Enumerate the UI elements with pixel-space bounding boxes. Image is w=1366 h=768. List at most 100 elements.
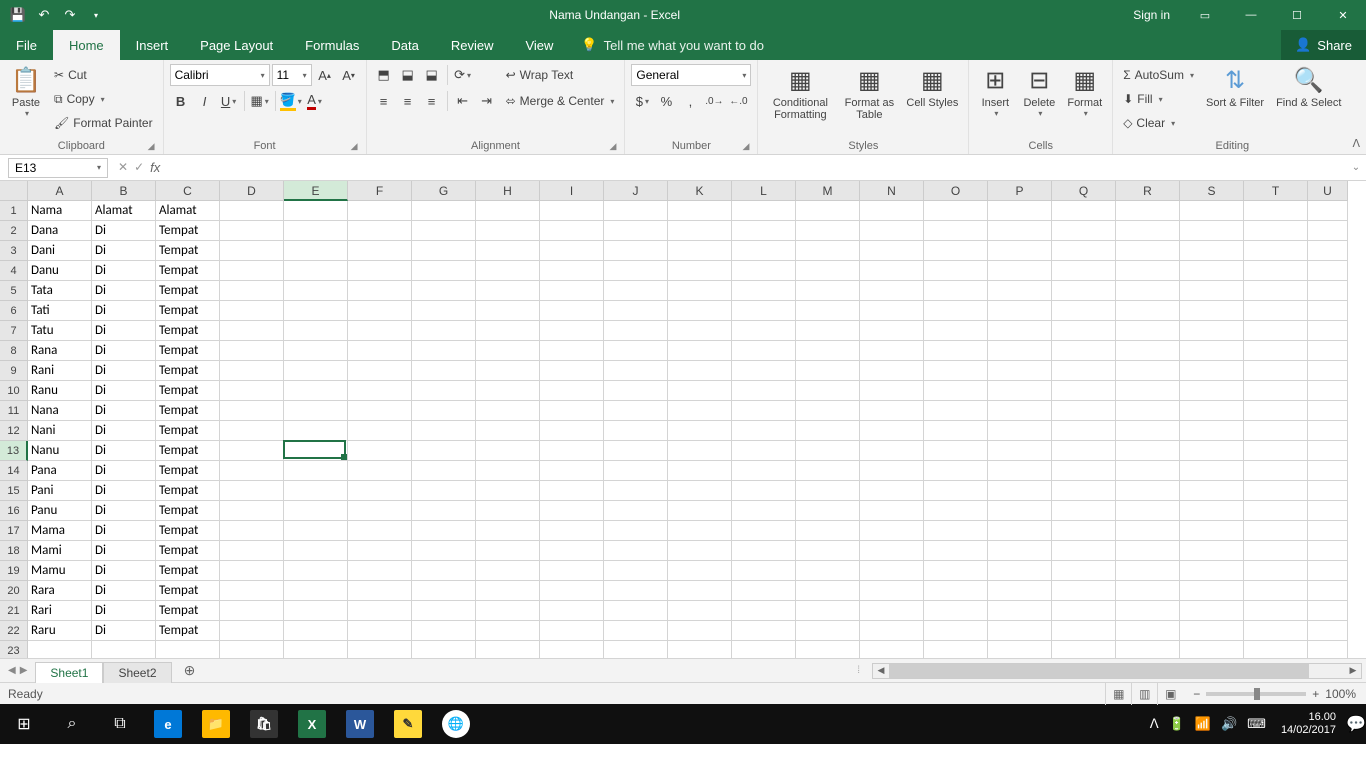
- wrap-text-button[interactable]: ↩Wrap Text: [502, 64, 619, 86]
- row-header[interactable]: 2: [0, 221, 28, 241]
- cell[interactable]: Tempat: [156, 521, 220, 541]
- cell[interactable]: [1116, 221, 1180, 241]
- cell[interactable]: [796, 641, 860, 658]
- cell[interactable]: [604, 601, 668, 621]
- cell[interactable]: [540, 581, 604, 601]
- row-header[interactable]: 14: [0, 461, 28, 481]
- cell[interactable]: [220, 421, 284, 441]
- fx-icon[interactable]: fx: [150, 160, 160, 175]
- cell[interactable]: Dani: [28, 241, 92, 261]
- align-top-icon[interactable]: ⬒: [373, 64, 395, 86]
- cell[interactable]: [1244, 341, 1308, 361]
- cell[interactable]: Alamat: [156, 201, 220, 221]
- cell[interactable]: [540, 641, 604, 658]
- cell[interactable]: [1116, 521, 1180, 541]
- cell[interactable]: [732, 461, 796, 481]
- cell[interactable]: [860, 321, 924, 341]
- column-header[interactable]: P: [988, 181, 1052, 201]
- cell[interactable]: [476, 441, 540, 461]
- cell[interactable]: [284, 201, 348, 221]
- cell[interactable]: [1180, 261, 1244, 281]
- cell[interactable]: [860, 541, 924, 561]
- cell[interactable]: [348, 461, 412, 481]
- cell[interactable]: [412, 241, 476, 261]
- cell[interactable]: [604, 381, 668, 401]
- zoom-slider[interactable]: [1206, 692, 1306, 696]
- cell[interactable]: [604, 321, 668, 341]
- cell[interactable]: [860, 241, 924, 261]
- cell[interactable]: [1052, 301, 1116, 321]
- cell[interactable]: Rara: [28, 581, 92, 601]
- cell[interactable]: [1308, 401, 1348, 421]
- cell[interactable]: [924, 421, 988, 441]
- cell[interactable]: [476, 561, 540, 581]
- sheet-tab[interactable]: Sheet1: [35, 662, 103, 683]
- cell[interactable]: [860, 221, 924, 241]
- cell[interactable]: [732, 341, 796, 361]
- cell[interactable]: [540, 321, 604, 341]
- cell[interactable]: Tempat: [156, 581, 220, 601]
- cell[interactable]: [1308, 521, 1348, 541]
- autosum-button[interactable]: ΣAutoSum▾: [1119, 64, 1198, 86]
- cell[interactable]: Di: [92, 381, 156, 401]
- cell[interactable]: [476, 201, 540, 221]
- cell[interactable]: [1116, 241, 1180, 261]
- cell[interactable]: [220, 401, 284, 421]
- row-header[interactable]: 18: [0, 541, 28, 561]
- cell[interactable]: [988, 241, 1052, 261]
- column-header[interactable]: G: [412, 181, 476, 201]
- cell[interactable]: [348, 521, 412, 541]
- sort-filter-button[interactable]: ⇅Sort & Filter: [1202, 64, 1268, 111]
- cell[interactable]: [1052, 481, 1116, 501]
- cell[interactable]: [732, 321, 796, 341]
- cell[interactable]: [860, 561, 924, 581]
- cell[interactable]: Tempat: [156, 541, 220, 561]
- font-name-combo[interactable]: Calibri▾: [170, 64, 270, 86]
- shrink-font-icon[interactable]: A▾: [338, 64, 360, 86]
- cell[interactable]: [1180, 461, 1244, 481]
- align-bottom-icon[interactable]: ⬓: [421, 64, 443, 86]
- cell[interactable]: [860, 501, 924, 521]
- cell[interactable]: [988, 281, 1052, 301]
- cell[interactable]: [220, 541, 284, 561]
- cell[interactable]: [1180, 441, 1244, 461]
- cell[interactable]: Di: [92, 341, 156, 361]
- cell[interactable]: [988, 361, 1052, 381]
- cell[interactable]: [1244, 361, 1308, 381]
- cell[interactable]: [284, 241, 348, 261]
- cell[interactable]: [284, 261, 348, 281]
- cell[interactable]: [988, 501, 1052, 521]
- cell[interactable]: [1244, 261, 1308, 281]
- cell[interactable]: [1244, 221, 1308, 241]
- cell[interactable]: Nanu: [28, 441, 92, 461]
- cell[interactable]: Tempat: [156, 221, 220, 241]
- cell[interactable]: [284, 421, 348, 441]
- cell[interactable]: [412, 561, 476, 581]
- delete-cells-button[interactable]: ⊟Delete▾: [1019, 64, 1059, 120]
- column-header[interactable]: F: [348, 181, 412, 201]
- cell[interactable]: [1052, 641, 1116, 658]
- maximize-icon[interactable]: ☐: [1274, 0, 1320, 30]
- sheet-nav-next-icon[interactable]: ▶: [20, 665, 28, 676]
- cell[interactable]: Danu: [28, 261, 92, 281]
- cell[interactable]: [348, 441, 412, 461]
- format-painter-button[interactable]: 🖌Format Painter: [50, 112, 157, 134]
- cell[interactable]: [348, 601, 412, 621]
- column-header[interactable]: L: [732, 181, 796, 201]
- cell[interactable]: [1244, 621, 1308, 641]
- cell[interactable]: [348, 281, 412, 301]
- cell[interactable]: [220, 581, 284, 601]
- cell[interactable]: [1244, 461, 1308, 481]
- sheet-nav-prev-icon[interactable]: ◀: [8, 665, 16, 676]
- cell[interactable]: Tempat: [156, 461, 220, 481]
- cell[interactable]: [732, 301, 796, 321]
- cell[interactable]: [988, 321, 1052, 341]
- align-right-icon[interactable]: ≡: [421, 90, 443, 112]
- cell[interactable]: [540, 221, 604, 241]
- column-header[interactable]: H: [476, 181, 540, 201]
- cell[interactable]: [732, 501, 796, 521]
- merge-center-button[interactable]: ⬄Merge & Center▾: [502, 90, 619, 112]
- cell[interactable]: [988, 301, 1052, 321]
- cell[interactable]: [796, 421, 860, 441]
- cell[interactable]: Panu: [28, 501, 92, 521]
